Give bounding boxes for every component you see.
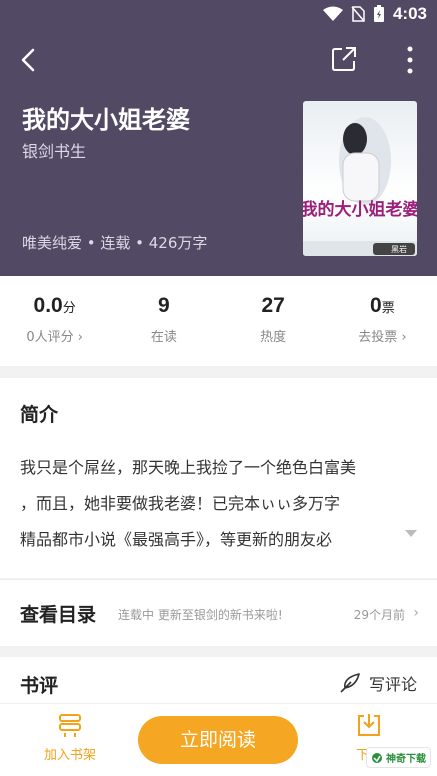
stat-reading: 9 在读	[109, 276, 218, 366]
more-options-icon[interactable]	[405, 45, 415, 75]
battery-icon	[373, 5, 384, 22]
popularity-value: 27	[261, 294, 285, 317]
intro-text: 我只是个屌丝，那天晚上我捡了一个绝色白富美 ，而且，她非要做我老婆！已完本ぃぃ多…	[20, 450, 420, 558]
top-nav	[0, 40, 437, 80]
popularity-label: 热度	[260, 330, 287, 345]
book-cover: 我的大小姐老婆 黑岩	[303, 101, 417, 256]
rating-label: 0人评分 ›	[26, 330, 83, 345]
read-now-button[interactable]: 立即阅读	[138, 716, 298, 764]
book-title: 我的大小姐老婆	[22, 106, 190, 134]
cover-badge: 黑岩	[391, 244, 407, 254]
stat-vote[interactable]: 0票 去投票 ›	[328, 276, 437, 366]
intro-line: 精品都市小说《最强高手》，等更新的朋友必	[20, 530, 333, 549]
intro-section[interactable]: 简介 我只是个屌丝，那天晚上我捡了一个绝色白富美 ，而且，她非要做我老婆！已完本…	[0, 378, 437, 578]
reviews-title: 书评	[20, 675, 59, 697]
intro-heading: 简介	[20, 404, 59, 426]
catalog-time: 29个月前	[353, 608, 405, 622]
write-review-button[interactable]: 写评论	[339, 671, 417, 695]
stat-rating[interactable]: 0.0分 0人评分 ›	[0, 276, 109, 366]
add-to-shelf-label: 加入书架	[43, 748, 96, 763]
intro-line: ，而且，她非要做我老婆！已完本ぃぃ多万字	[20, 494, 341, 513]
wifi-icon	[322, 6, 343, 21]
bottom-bar: 加入书架 立即阅读 下载 神奇下载	[0, 703, 437, 776]
catalog-desc: 连载中 更新至银剑的新书来啦!	[118, 608, 283, 622]
watermark: 神奇下载	[366, 747, 431, 768]
rating-unit: 分	[62, 301, 76, 316]
book-header: 4:03 我的大小姐老婆 银剑书生 唯美纯爱 • 连载 • 426万字 我的大小…	[0, 0, 437, 276]
reading-value: 9	[158, 294, 170, 317]
vote-value: 0	[370, 294, 382, 317]
no-sim-icon	[351, 6, 365, 22]
book-meta: 唯美纯爱 • 连载 • 426万字	[22, 234, 208, 252]
cover-title-text: 我的大小姐老婆	[303, 199, 417, 220]
vote-unit: 票	[381, 301, 395, 316]
stats-bar: 0.0分 0人评分 › 9 在读 27 热度 0票 去投票 ›	[0, 276, 437, 366]
back-arrow-icon[interactable]	[14, 44, 44, 76]
watermark-logo-icon	[372, 752, 382, 763]
stat-popularity: 27 热度	[219, 276, 328, 366]
chevron-right-icon: ›	[413, 605, 419, 621]
download-icon	[358, 714, 380, 736]
add-to-shelf-button[interactable]: 加入书架	[30, 712, 110, 763]
share-icon[interactable]	[331, 46, 357, 72]
vote-label: 去投票 ›	[358, 330, 407, 345]
expand-triangle-icon[interactable]	[405, 530, 417, 537]
rating-value: 0.0	[33, 294, 63, 317]
bookshelf-icon	[59, 714, 81, 737]
write-review-label: 写评论	[368, 675, 417, 694]
catalog-title: 查看目录	[20, 604, 97, 626]
book-author[interactable]: 银剑书生	[22, 138, 86, 162]
intro-line: 我只是个屌丝，那天晚上我捡了一个绝色白富美	[20, 458, 357, 477]
status-bar: 4:03	[0, 0, 437, 30]
catalog-row[interactable]: 查看目录 连载中 更新至银剑的新书来啦! 29个月前 ›	[0, 579, 437, 646]
watermark-text: 神奇下载	[386, 754, 426, 765]
status-time: 4:03	[392, 4, 427, 23]
feather-pen-icon	[340, 673, 360, 693]
reading-label: 在读	[150, 330, 177, 345]
